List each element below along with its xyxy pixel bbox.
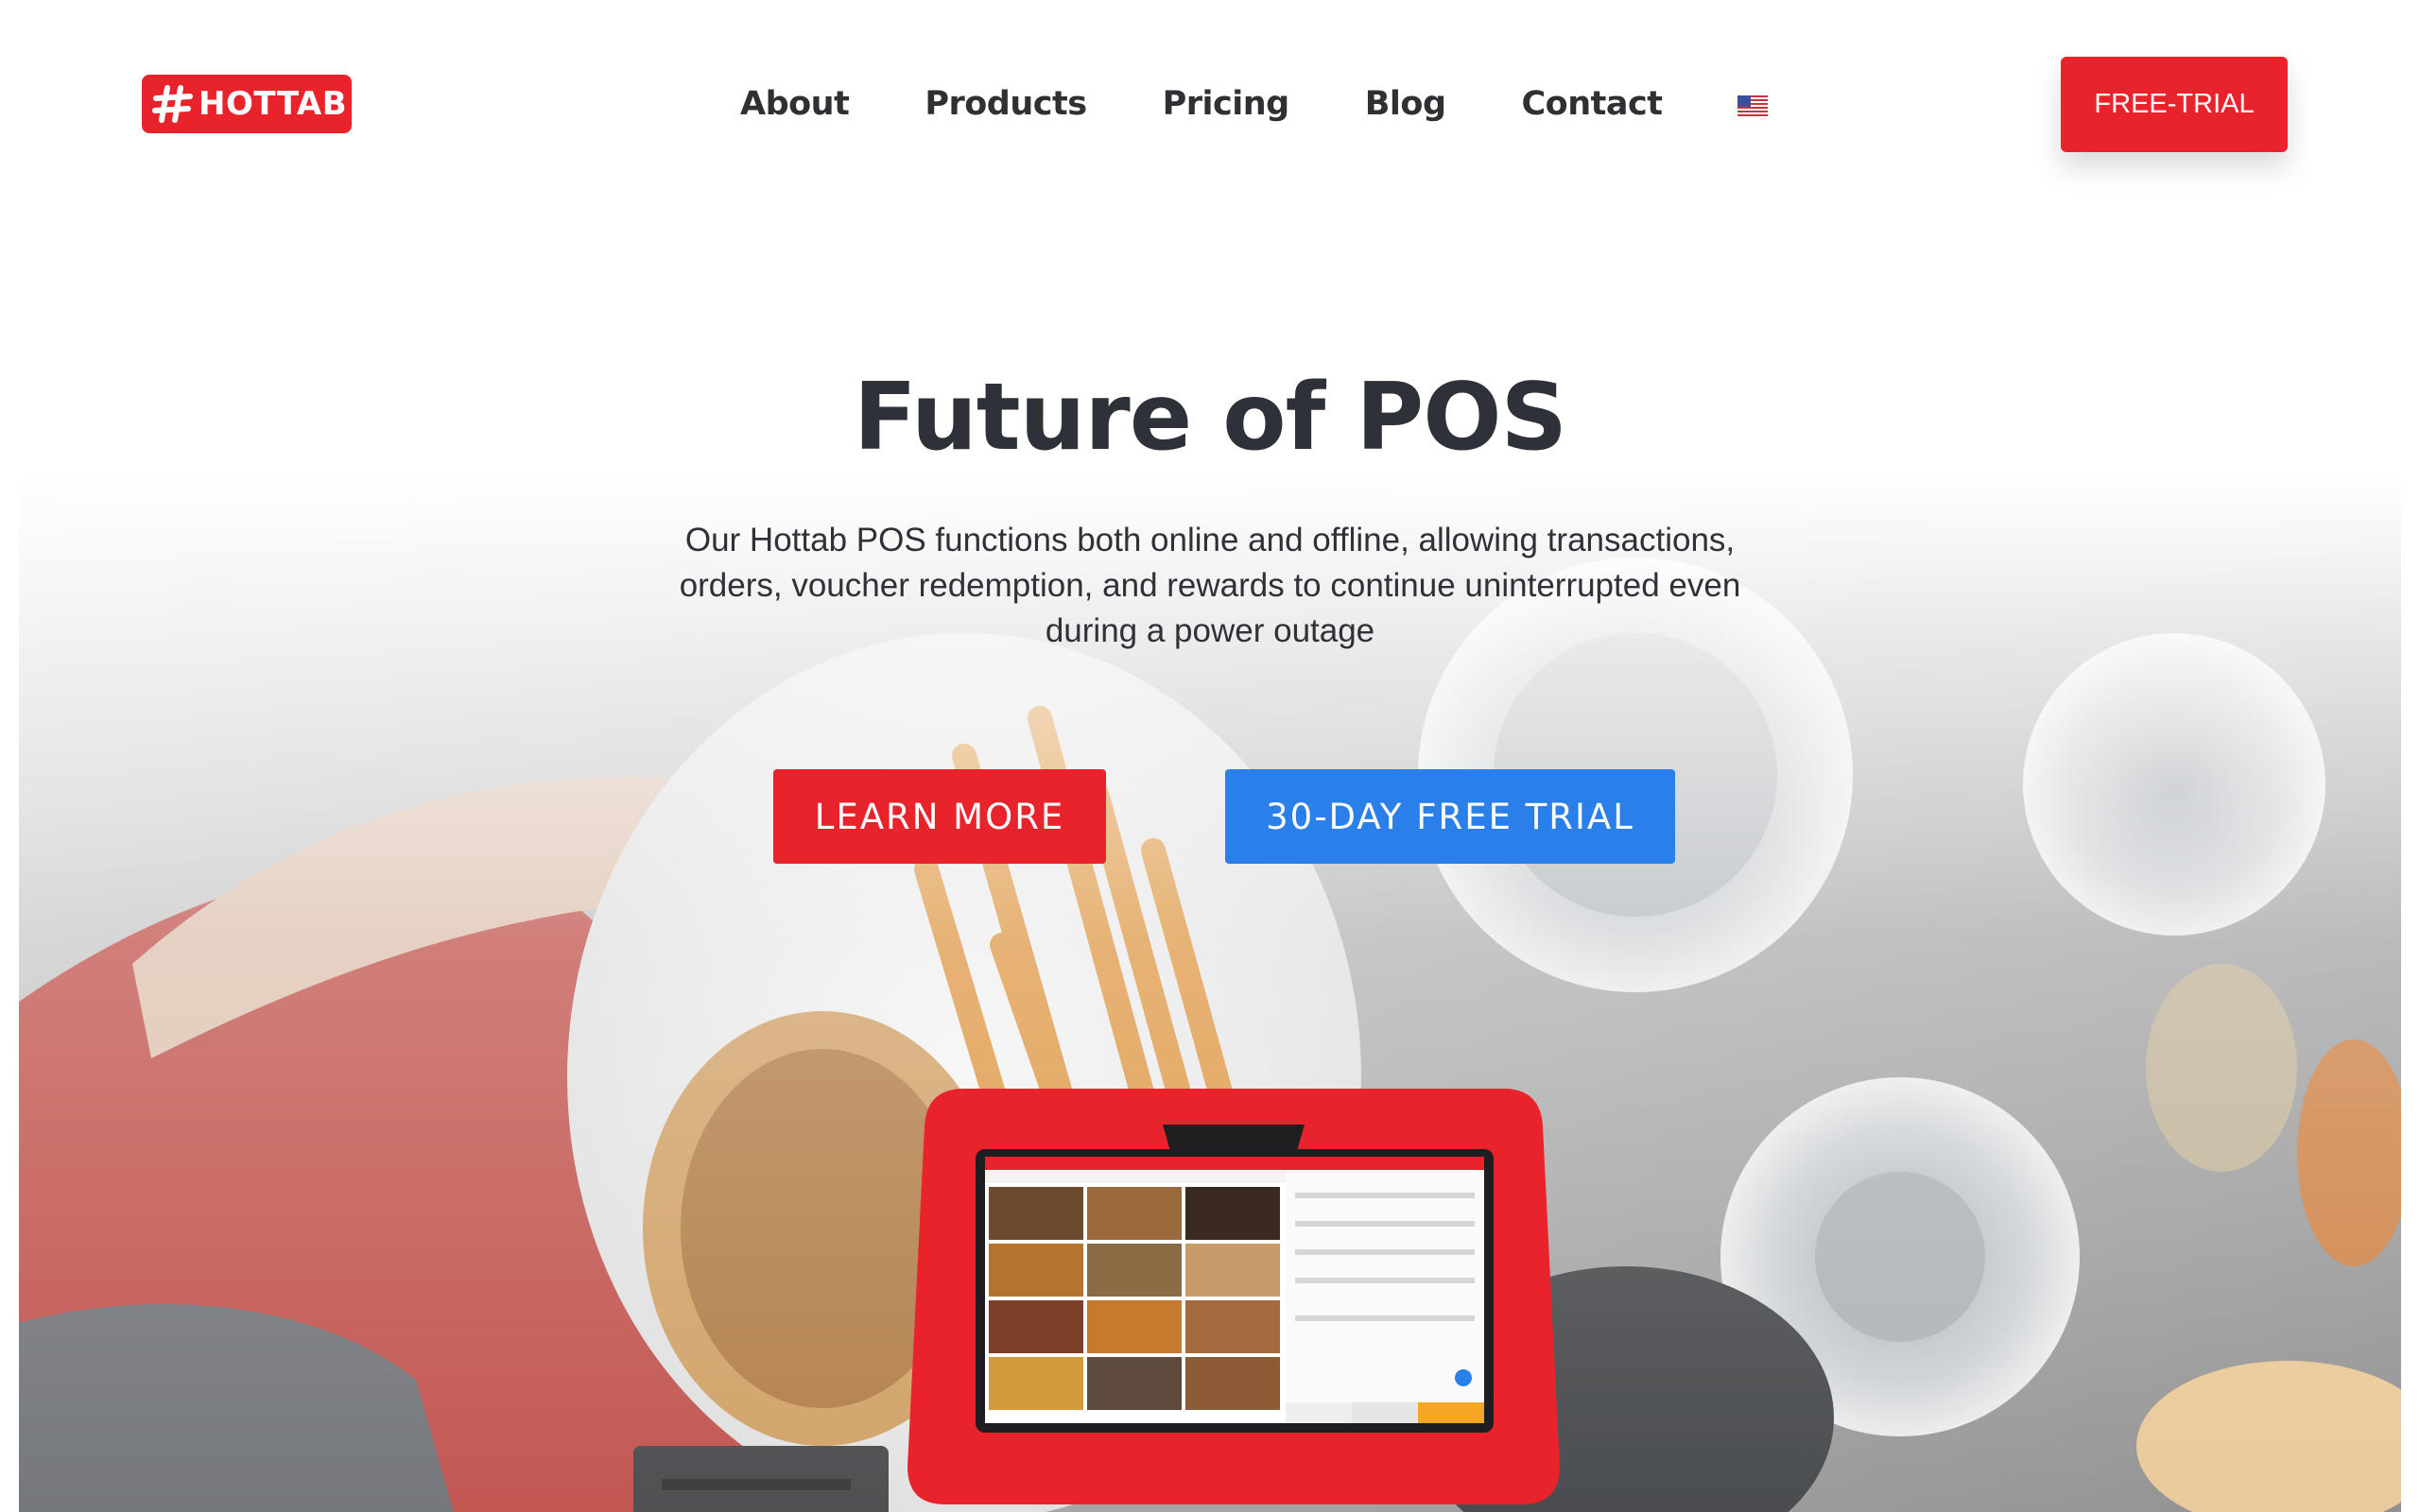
us-flag-icon[interactable] — [1737, 95, 1769, 116]
nav-item-contact[interactable]: Contact — [1522, 85, 1663, 123]
hero-subtitle: Our Hottab POS functions both online and… — [679, 522, 1741, 649]
site-header: HOTTAB About Products Pricing Blog Conta… — [0, 0, 2420, 208]
thirty-day-free-trial-button[interactable]: 30-DAY FREE TRIAL — [1225, 769, 1675, 864]
pos-tablet-image — [908, 1089, 1560, 1504]
page: HOTTAB About Products Pricing Blog Conta… — [0, 0, 2420, 1512]
nav-item-products[interactable]: Products — [925, 85, 1087, 123]
free-trial-button[interactable]: FREE-TRIAL — [2061, 57, 2288, 152]
nav-item-about[interactable]: About — [740, 85, 850, 123]
hottab-logo[interactable]: HOTTAB — [142, 75, 352, 133]
learn-more-button[interactable]: LEARN MORE — [773, 769, 1106, 864]
nav-item-blog[interactable]: Blog — [1365, 85, 1446, 123]
hashtag-logo-icon — [151, 82, 195, 126]
hero-title: Future of POS — [853, 364, 1567, 472]
logo-text: HOTTAB — [199, 85, 348, 123]
main-nav: About Products Pricing Blog Contact — [740, 79, 1769, 129]
nav-item-pricing[interactable]: Pricing — [1163, 85, 1290, 123]
